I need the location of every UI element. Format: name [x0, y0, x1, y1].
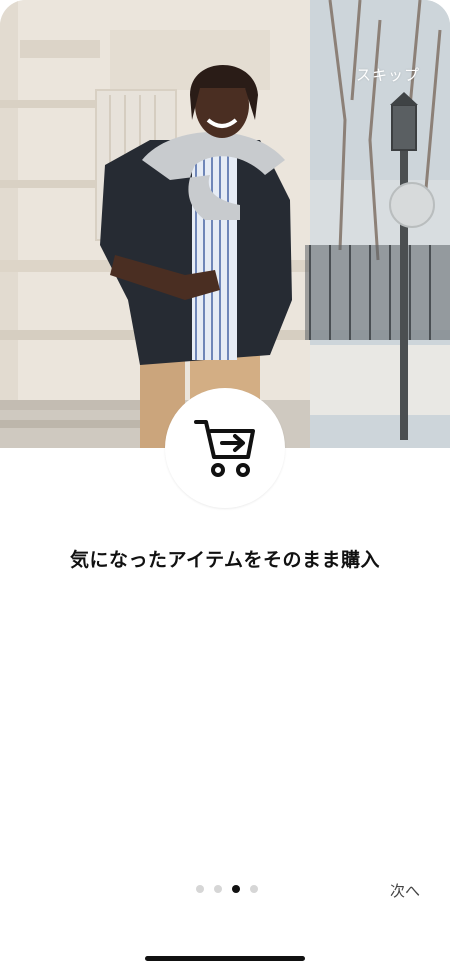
page-dot — [250, 885, 258, 893]
page-dot — [196, 885, 204, 893]
home-indicator — [145, 956, 305, 961]
page-dot-active — [232, 885, 240, 893]
page-dot — [214, 885, 222, 893]
cart-arrow-icon — [194, 420, 255, 477]
cart-badge — [165, 388, 285, 508]
hero-image: スキップ — [0, 0, 450, 448]
next-button[interactable]: 次へ — [390, 880, 420, 901]
skip-button[interactable]: スキップ — [356, 64, 420, 85]
page-title: 気になったアイテムをそのまま購入 — [69, 549, 381, 571]
pagination-dots — [196, 885, 258, 893]
